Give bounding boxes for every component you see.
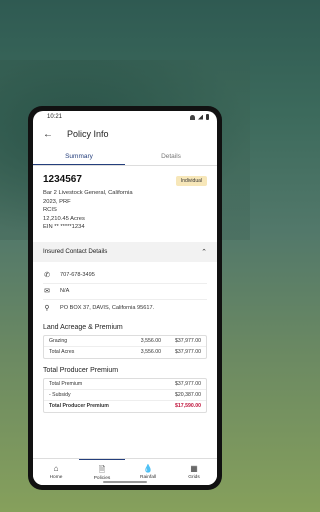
back-arrow-icon[interactable]: ← (43, 129, 53, 140)
page-title: Policy Info (67, 129, 109, 139)
land-acreage-table: Grazing 3,556.00 $37,977.00 Total Acres … (43, 334, 207, 359)
policy-company: RCIS (43, 207, 57, 214)
policy-type-badge: Individual (175, 176, 207, 186)
tab-bar: Summary Details (33, 148, 217, 166)
status-bar: 10:21 (33, 111, 217, 123)
table-row: - Subsidy $20,387.00 (44, 390, 206, 401)
policy-acres: 12,210.45 Acres (43, 215, 85, 222)
nav-label: Home (49, 475, 63, 480)
content-area: 1234567 Individual Bar 2 Livestock Gener… (33, 166, 217, 413)
producer-premium-title: Total Producer Premium (43, 366, 119, 374)
row-amount: $20,387.00 (175, 391, 201, 398)
status-icons (190, 114, 209, 120)
table-row: Grazing 3,556.00 $37,977.00 (44, 336, 206, 347)
section-title: Insured Contact Details (43, 248, 108, 256)
status-time: 10:21 (47, 114, 63, 120)
tab-summary[interactable]: Summary (33, 148, 125, 165)
home-icon: ⌂ (53, 464, 59, 473)
bottom-navigation: ⌂ Home 🗎 Policies 💧 Rainfall ▦ Grids (33, 458, 217, 485)
policy-ein: EIN ** *****1234 (43, 224, 85, 231)
row-label: Total Premium (49, 380, 83, 387)
nav-label: Grids (188, 475, 200, 480)
app-bar: ← Policy Info (33, 123, 217, 145)
row-label: Total Producer Premium (49, 403, 109, 410)
contact-phone: 707-678-3495 (60, 272, 95, 279)
table-row: Total Producer Premium $17,590.00 (44, 401, 206, 412)
row-amount: $17,590.00 (175, 403, 201, 410)
nav-label: Policies (93, 475, 111, 481)
row-acres: 3,556.00 (140, 337, 161, 344)
battery-icon (206, 114, 209, 120)
wifi-icon (190, 114, 195, 120)
table-row: Total Acres 3,556.00 $37,977.00 (44, 347, 206, 358)
mail-icon: ✉ (44, 288, 50, 296)
row-acres: 3,556.00 (140, 349, 161, 356)
tab-details[interactable]: Details (125, 148, 217, 165)
nav-home[interactable]: ⌂ Home (33, 459, 79, 485)
document-icon: 🗎 (98, 464, 106, 474)
nav-grids[interactable]: ▦ Grids (171, 459, 217, 485)
phone-frame: 10:21 ← Policy Info Summary Details 1234… (28, 106, 222, 490)
contact-phone-row[interactable]: ✆ 707-678-3495 (43, 268, 207, 284)
policy-name: Bar 2 Livestock General, California (43, 190, 133, 196)
chevron-up-icon[interactable]: ⌃ (201, 248, 207, 256)
producer-premium-table: Total Premium $37,977.00 - Subsidy $20,3… (43, 377, 207, 413)
row-amount: $37,977.00 (175, 380, 201, 387)
policy-year-plan: 2023, PRF (43, 198, 71, 205)
contact-address-row[interactable]: ⚲ PO BOX 37, DAVIS, California 95617. (43, 300, 207, 316)
contact-list: ✆ 707-678-3495 ✉ N/A ⚲ PO BOX 37, DAVIS,… (33, 262, 217, 316)
row-amount: $37,977.00 (175, 337, 201, 344)
row-label: Total Acres (49, 349, 75, 356)
land-acreage-title: Land Acreage & Premium (43, 323, 123, 331)
table-row: Total Premium $37,977.00 (44, 379, 206, 390)
row-label: Grazing (49, 337, 68, 344)
contact-email: N/A (60, 288, 70, 295)
contact-email-row[interactable]: ✉ N/A (43, 284, 207, 300)
nav-label: Rainfall (140, 475, 156, 480)
phone-icon: ✆ (44, 272, 50, 280)
signal-icon (198, 114, 203, 120)
location-pin-icon: ⚲ (44, 304, 50, 312)
policy-summary: 1234567 Individual Bar 2 Livestock Gener… (33, 166, 217, 238)
app-screen: 10:21 ← Policy Info Summary Details 1234… (33, 111, 217, 485)
grid-icon: ▦ (190, 464, 198, 473)
home-indicator (103, 481, 147, 483)
row-amount: $37,977.00 (175, 349, 201, 356)
raindrop-icon: 💧 (143, 464, 153, 473)
insured-contact-header[interactable]: Insured Contact Details ⌃ (33, 241, 217, 262)
row-label: - Subsidy (49, 391, 71, 398)
contact-address: PO BOX 37, DAVIS, California 95617. (60, 304, 155, 311)
